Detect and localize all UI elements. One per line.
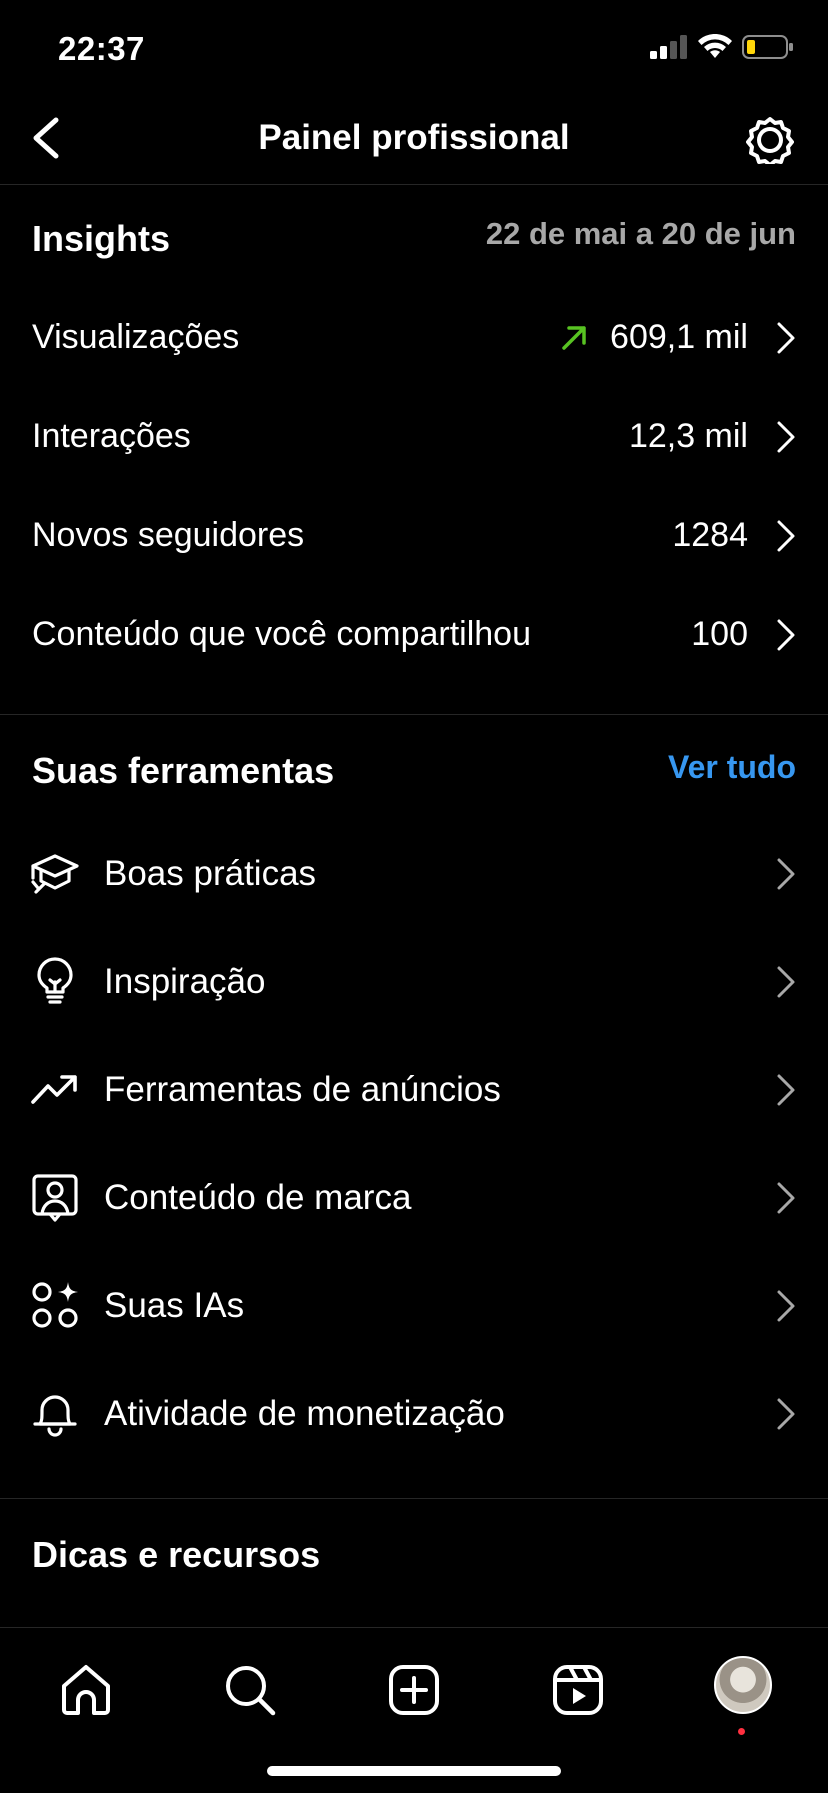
chevron-right-icon <box>777 966 795 998</box>
notification-dot <box>738 1728 745 1735</box>
wifi-icon <box>698 34 732 58</box>
gear-icon <box>746 117 794 167</box>
metric-label: Visualizações <box>32 318 240 356</box>
tool-label: Conteúdo de marca <box>104 1178 412 1217</box>
tool-item-inspiration[interactable]: Inspiração <box>0 928 828 1036</box>
page-title: Painel profissional <box>258 118 570 157</box>
trending-up-icon <box>31 1075 77 1104</box>
insights-title: Insights <box>32 218 171 259</box>
tool-label: Atividade de monetização <box>104 1394 505 1433</box>
chevron-right-icon <box>777 1290 795 1322</box>
plus-square-icon <box>389 1665 439 1715</box>
tool-item-best-practices[interactable]: Boas práticas <box>0 820 828 928</box>
nav-reels-button[interactable] <box>550 1662 606 1718</box>
metric-label: Conteúdo que você compartilhou <box>32 615 531 653</box>
section-divider <box>0 1498 828 1499</box>
status-icons <box>650 34 794 60</box>
metric-row-interactions[interactable]: Interações 12,3 mil <box>0 387 828 486</box>
tool-label: Ferramentas de anúncios <box>104 1070 501 1109</box>
header: Painel profissional <box>0 92 828 185</box>
graduation-cap-icon <box>31 854 79 894</box>
battery-icon <box>742 35 793 59</box>
metric-value: 609,1 mil <box>610 318 748 356</box>
nav-profile-avatar[interactable] <box>714 1656 772 1714</box>
metric-value: 12,3 mil <box>628 417 748 455</box>
status-time: 22:37 <box>58 30 145 67</box>
ai-sparkle-icon <box>32 1282 78 1328</box>
tool-item-monetization-activity[interactable]: Atividade de monetização <box>0 1360 828 1468</box>
tool-label: Boas práticas <box>104 854 317 893</box>
chevron-right-icon <box>777 1398 795 1430</box>
tool-item-ad-tools[interactable]: Ferramentas de anúncios <box>0 1036 828 1144</box>
metric-label: Novos seguidores <box>32 516 305 554</box>
search-icon <box>226 1666 276 1716</box>
metric-value: 100 <box>691 615 748 653</box>
branded-content-icon <box>32 1174 78 1222</box>
bell-icon <box>33 1395 77 1437</box>
chevron-right-icon <box>777 520 795 552</box>
chevron-right-icon <box>777 322 795 354</box>
tool-label: Inspiração <box>104 962 266 1001</box>
home-indicator <box>267 1766 561 1776</box>
metric-row-shared-content[interactable]: Conteúdo que você compartilhou 100 <box>0 585 828 684</box>
chevron-right-icon <box>777 858 795 890</box>
tool-item-your-ais[interactable]: Suas IAs <box>0 1252 828 1360</box>
home-icon <box>62 1665 110 1715</box>
tools-title: Suas ferramentas <box>32 750 335 791</box>
nav-home-button[interactable] <box>58 1662 114 1718</box>
tips-title: Dicas e recursos <box>32 1534 321 1575</box>
tool-item-branded-content[interactable]: Conteúdo de marca <box>0 1144 828 1252</box>
signal-icon <box>650 35 687 59</box>
lightbulb-icon <box>37 957 73 1004</box>
nav-create-button[interactable] <box>386 1662 442 1718</box>
date-range: 22 de mai a 20 de jun <box>485 216 796 251</box>
chevron-right-icon <box>777 1074 795 1106</box>
nav-search-button[interactable] <box>222 1662 278 1718</box>
tool-label: Suas IAs <box>104 1286 245 1325</box>
metric-label: Interações <box>32 417 191 455</box>
see-all-link[interactable]: Ver tudo <box>668 749 796 786</box>
section-divider <box>0 714 828 715</box>
reels-icon <box>553 1665 603 1715</box>
trend-up-icon <box>562 326 586 350</box>
settings-button[interactable] <box>746 116 794 167</box>
chevron-right-icon <box>777 421 795 453</box>
metric-row-new-followers[interactable]: Novos seguidores 1284 <box>0 486 828 585</box>
metric-value: 1284 <box>672 516 748 554</box>
chevron-right-icon <box>777 1182 795 1214</box>
chevron-right-icon <box>777 619 795 651</box>
metric-row-views[interactable]: Visualizações 609,1 mil <box>0 288 828 387</box>
